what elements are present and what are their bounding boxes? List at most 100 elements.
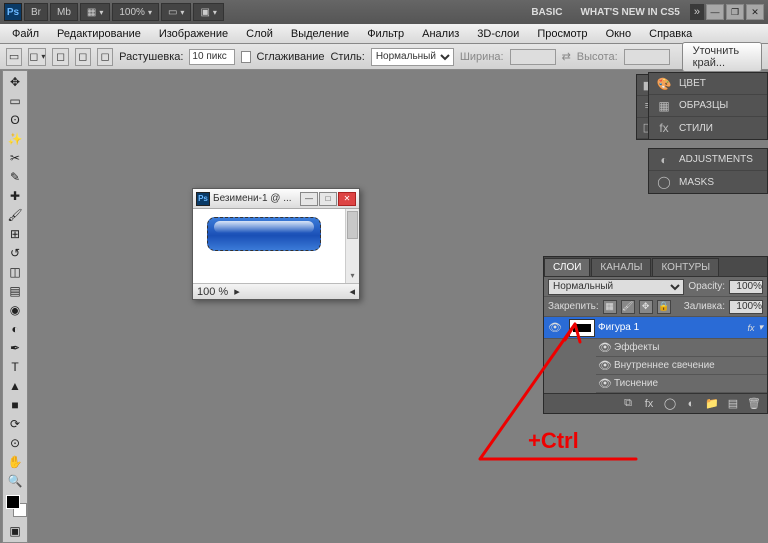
panel-masks[interactable]: ◯MASKS: [649, 171, 767, 193]
shape-tool[interactable]: ■: [4, 396, 26, 414]
doc-minimize-icon[interactable]: —: [300, 192, 318, 206]
menu-view[interactable]: Просмотр: [529, 26, 595, 42]
type-tool[interactable]: T: [4, 358, 26, 376]
visibility-icon[interactable]: 👁: [596, 377, 614, 390]
scroll-thumb[interactable]: [347, 211, 358, 239]
tab-paths[interactable]: КОНТУРЫ: [652, 258, 719, 276]
wand-tool[interactable]: ✨: [4, 130, 26, 148]
doc-zoom-value[interactable]: 100 %: [197, 286, 228, 298]
panel-adjustments[interactable]: ◐ADJUSTMENTS: [649, 149, 767, 171]
lock-transparent-icon[interactable]: ▦: [603, 300, 617, 314]
visibility-icon[interactable]: 👁: [596, 341, 614, 354]
panel-color[interactable]: 🎨ЦВЕТ: [649, 73, 767, 95]
blend-mode-select[interactable]: Нормальный: [548, 279, 684, 295]
zoom-tool[interactable]: 🔍: [4, 472, 26, 490]
layer-item-shape1[interactable]: 👁 Фигура 1 fx ▾: [544, 317, 767, 339]
restore-icon[interactable]: ❐: [726, 4, 744, 20]
layer-mask-icon[interactable]: ◯: [661, 396, 679, 412]
doc-nav-left-icon[interactable]: ◂: [349, 285, 355, 298]
effects-row[interactable]: 👁 Эффекты: [596, 339, 767, 357]
brush-tool[interactable]: 🖌: [4, 206, 26, 224]
layer-style-icon[interactable]: fx: [640, 396, 658, 412]
document-canvas[interactable]: [195, 209, 345, 283]
doc-info-icon[interactable]: ▸: [234, 285, 240, 298]
menu-image[interactable]: Изображение: [151, 26, 236, 42]
menu-filter[interactable]: Фильтр: [359, 26, 412, 42]
feather-input[interactable]: [189, 49, 235, 65]
doc-maximize-icon[interactable]: □: [319, 192, 337, 206]
tab-layers[interactable]: СЛОИ: [544, 258, 590, 276]
selection-mode-intersect[interactable]: ◻: [97, 48, 113, 66]
fill-input[interactable]: [729, 300, 763, 314]
3d-camera-tool[interactable]: ⊙: [4, 434, 26, 452]
menu-analysis[interactable]: Анализ: [414, 26, 467, 42]
lock-position-icon[interactable]: ✥: [639, 300, 653, 314]
stamp-tool[interactable]: ⊞: [4, 225, 26, 243]
crop-tool[interactable]: ✂: [4, 149, 26, 167]
effect-inner-glow[interactable]: 👁 Внутреннее свечение: [596, 357, 767, 375]
tab-channels[interactable]: КАНАЛЫ: [591, 258, 651, 276]
hand-tool[interactable]: ✋: [4, 453, 26, 471]
screen-mode-menu[interactable]: ▣: [193, 3, 223, 21]
menu-window[interactable]: Окно: [598, 26, 640, 42]
3d-tool[interactable]: ⟳: [4, 415, 26, 433]
refine-edge-button[interactable]: Уточнить край...: [682, 42, 762, 72]
close-icon[interactable]: ✕: [746, 4, 764, 20]
blur-tool[interactable]: ◉: [4, 301, 26, 319]
lasso-tool[interactable]: ʘ: [4, 111, 26, 129]
dodge-tool[interactable]: ◐: [4, 320, 26, 338]
fg-color-swatch[interactable]: [6, 495, 20, 509]
selection-mode-new[interactable]: ◻: [28, 48, 46, 66]
quickmask-toggle[interactable]: ▣: [4, 522, 26, 540]
pen-tool[interactable]: ✒: [4, 339, 26, 357]
new-layer-icon[interactable]: ▤: [724, 396, 742, 412]
visibility-icon[interactable]: 👁: [596, 359, 614, 372]
menu-3d[interactable]: 3D-слои: [469, 26, 527, 42]
style-select[interactable]: Нормальный: [371, 48, 454, 66]
eraser-tool[interactable]: ◫: [4, 263, 26, 281]
minimize-icon[interactable]: —: [706, 4, 724, 20]
move-tool[interactable]: ✥: [4, 73, 26, 91]
selection-mode-add[interactable]: ◻: [52, 48, 68, 66]
delete-layer-icon[interactable]: 🗑: [745, 396, 763, 412]
scroll-down-icon[interactable]: ▾: [346, 271, 359, 283]
path-select-tool[interactable]: ▲: [4, 377, 26, 395]
current-tool-icon[interactable]: ▭: [6, 48, 22, 66]
minibridge-button[interactable]: Mb: [50, 3, 78, 21]
eyedropper-tool[interactable]: ✎: [4, 168, 26, 186]
heal-tool[interactable]: ✚: [4, 187, 26, 205]
view-extras-menu[interactable]: ▦: [80, 3, 110, 21]
menu-file[interactable]: Файл: [4, 26, 47, 42]
fx-expand-icon[interactable]: ▾: [758, 322, 767, 333]
canvas-shape-selection[interactable]: [207, 217, 321, 251]
panel-swatches[interactable]: ▦ОБРАЗЦЫ: [649, 95, 767, 117]
menu-layer[interactable]: Слой: [238, 26, 281, 42]
fx-badge[interactable]: fx: [747, 323, 758, 333]
marquee-tool[interactable]: ▭: [4, 92, 26, 110]
arrange-menu[interactable]: ▭: [161, 3, 191, 21]
adjustment-layer-icon[interactable]: ◐: [682, 396, 700, 412]
menu-select[interactable]: Выделение: [283, 26, 357, 42]
doc-close-icon[interactable]: ✕: [338, 192, 356, 206]
workspace-whatsnew[interactable]: WHAT'S NEW IN CS5: [572, 7, 687, 18]
visibility-icon[interactable]: 👁: [544, 321, 566, 334]
workspace-more-icon[interactable]: »: [690, 4, 704, 20]
effect-bevel[interactable]: 👁 Тиснение: [596, 375, 767, 393]
selection-mode-sub[interactable]: ◻: [75, 48, 91, 66]
layer-name[interactable]: Фигура 1: [598, 322, 747, 333]
lock-pixels-icon[interactable]: 🖌: [621, 300, 635, 314]
history-brush-tool[interactable]: ↺: [4, 244, 26, 262]
link-layers-icon[interactable]: ⧉: [619, 396, 637, 412]
menu-help[interactable]: Справка: [641, 26, 700, 42]
opacity-input[interactable]: [729, 280, 763, 294]
vertical-scrollbar[interactable]: ▴ ▾: [345, 209, 359, 283]
workspace-basic[interactable]: BASIC: [523, 7, 570, 18]
document-titlebar[interactable]: Ps Безимени-1 @ ... — □ ✕: [193, 189, 359, 209]
zoom-level[interactable]: 100%: [112, 3, 159, 21]
menu-edit[interactable]: Редактирование: [49, 26, 149, 42]
color-swatches[interactable]: [4, 495, 26, 521]
ps-icon[interactable]: Ps: [4, 3, 22, 21]
lock-all-icon[interactable]: 🔒: [657, 300, 671, 314]
panel-styles[interactable]: fxСТИЛИ: [649, 117, 767, 139]
bridge-button[interactable]: Br: [24, 3, 48, 21]
